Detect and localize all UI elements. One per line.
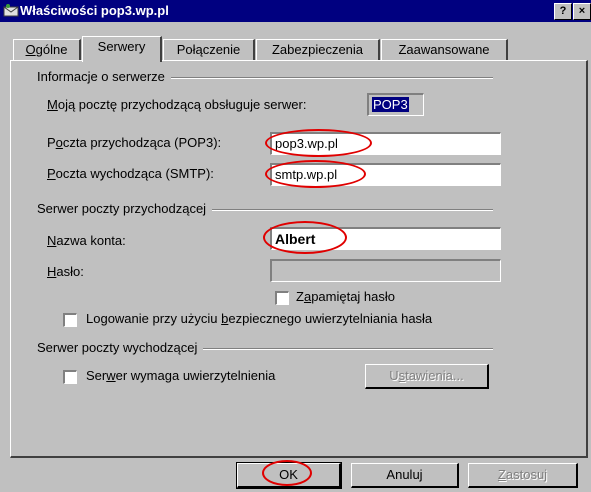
account-name-input[interactable]: Albert	[270, 227, 501, 250]
smtp-auth-label: Serwer wymaga uwierzytelnienia	[86, 368, 276, 383]
smtp-label: Poczta wychodząca (SMTP):	[47, 166, 214, 181]
tab-polaczenie[interactable]: Połączenie	[163, 39, 255, 60]
incoming-server-type-label: Moją pocztę przychodzącą obsługuje serwe…	[47, 97, 307, 112]
tab-accel: O	[25, 42, 36, 57]
tab-zaawansowane[interactable]: Zaawansowane	[381, 39, 508, 60]
pop3-server-input[interactable]: pop3.wp.pl	[270, 132, 501, 155]
tab-label: Zaawansowane	[398, 42, 490, 57]
incoming-server-type-field: POP3	[367, 93, 424, 116]
tab-zabezpieczenia[interactable]: Zabezpieczenia	[256, 39, 380, 60]
tab-label: Serwery	[97, 39, 146, 54]
group-title-outgoing: Serwer poczty wychodzącej	[37, 340, 204, 355]
group-title-incoming: Serwer poczty przychodzącej	[37, 201, 213, 216]
secure-auth-checkbox[interactable]	[63, 313, 77, 327]
apply-button[interactable]: Zastosuj	[468, 463, 578, 488]
help-button[interactable]: ?	[554, 3, 572, 20]
password-input[interactable]	[270, 259, 501, 282]
tab-ogolne[interactable]: Ogólne	[13, 39, 81, 60]
window-title: Właściwości pop3.wp.pl	[20, 3, 169, 18]
smtp-auth-checkbox[interactable]	[63, 370, 77, 384]
incoming-server-type-value: POP3	[372, 97, 409, 112]
tab-label: Zabezpieczenia	[271, 42, 364, 57]
password-label: Hasło:	[47, 264, 84, 279]
smtp-server-input[interactable]: smtp.wp.pl	[270, 163, 501, 186]
remember-password-checkbox[interactable]	[275, 291, 289, 305]
settings-button[interactable]: Ustawienia...	[365, 364, 489, 389]
title-bar[interactable]: Właściwości pop3.wp.pl ? ×	[0, 0, 591, 22]
pop3-label: Poczta przychodząca (POP3):	[47, 135, 222, 150]
close-button[interactable]: ×	[573, 3, 591, 20]
tab-label: gólne	[35, 42, 68, 57]
ok-button[interactable]: OK	[236, 462, 342, 489]
tab-panel-serwery: Informacje o serwerze Moją pocztę przych…	[10, 60, 588, 458]
tab-serwery[interactable]: Serwery	[82, 36, 162, 62]
mail-properties-icon	[3, 4, 19, 17]
cancel-button[interactable]: Anuluj	[351, 463, 459, 488]
tab-label: Połączenie	[176, 42, 241, 57]
remember-password-label: Zapamiętaj hasło	[296, 289, 396, 304]
group-title-server-info: Informacje o serwerze	[37, 69, 171, 84]
secure-auth-label: Logowanie przy użyciu bezpiecznego uwier…	[86, 311, 433, 326]
account-name-label: Nazwa konta:	[47, 233, 126, 248]
